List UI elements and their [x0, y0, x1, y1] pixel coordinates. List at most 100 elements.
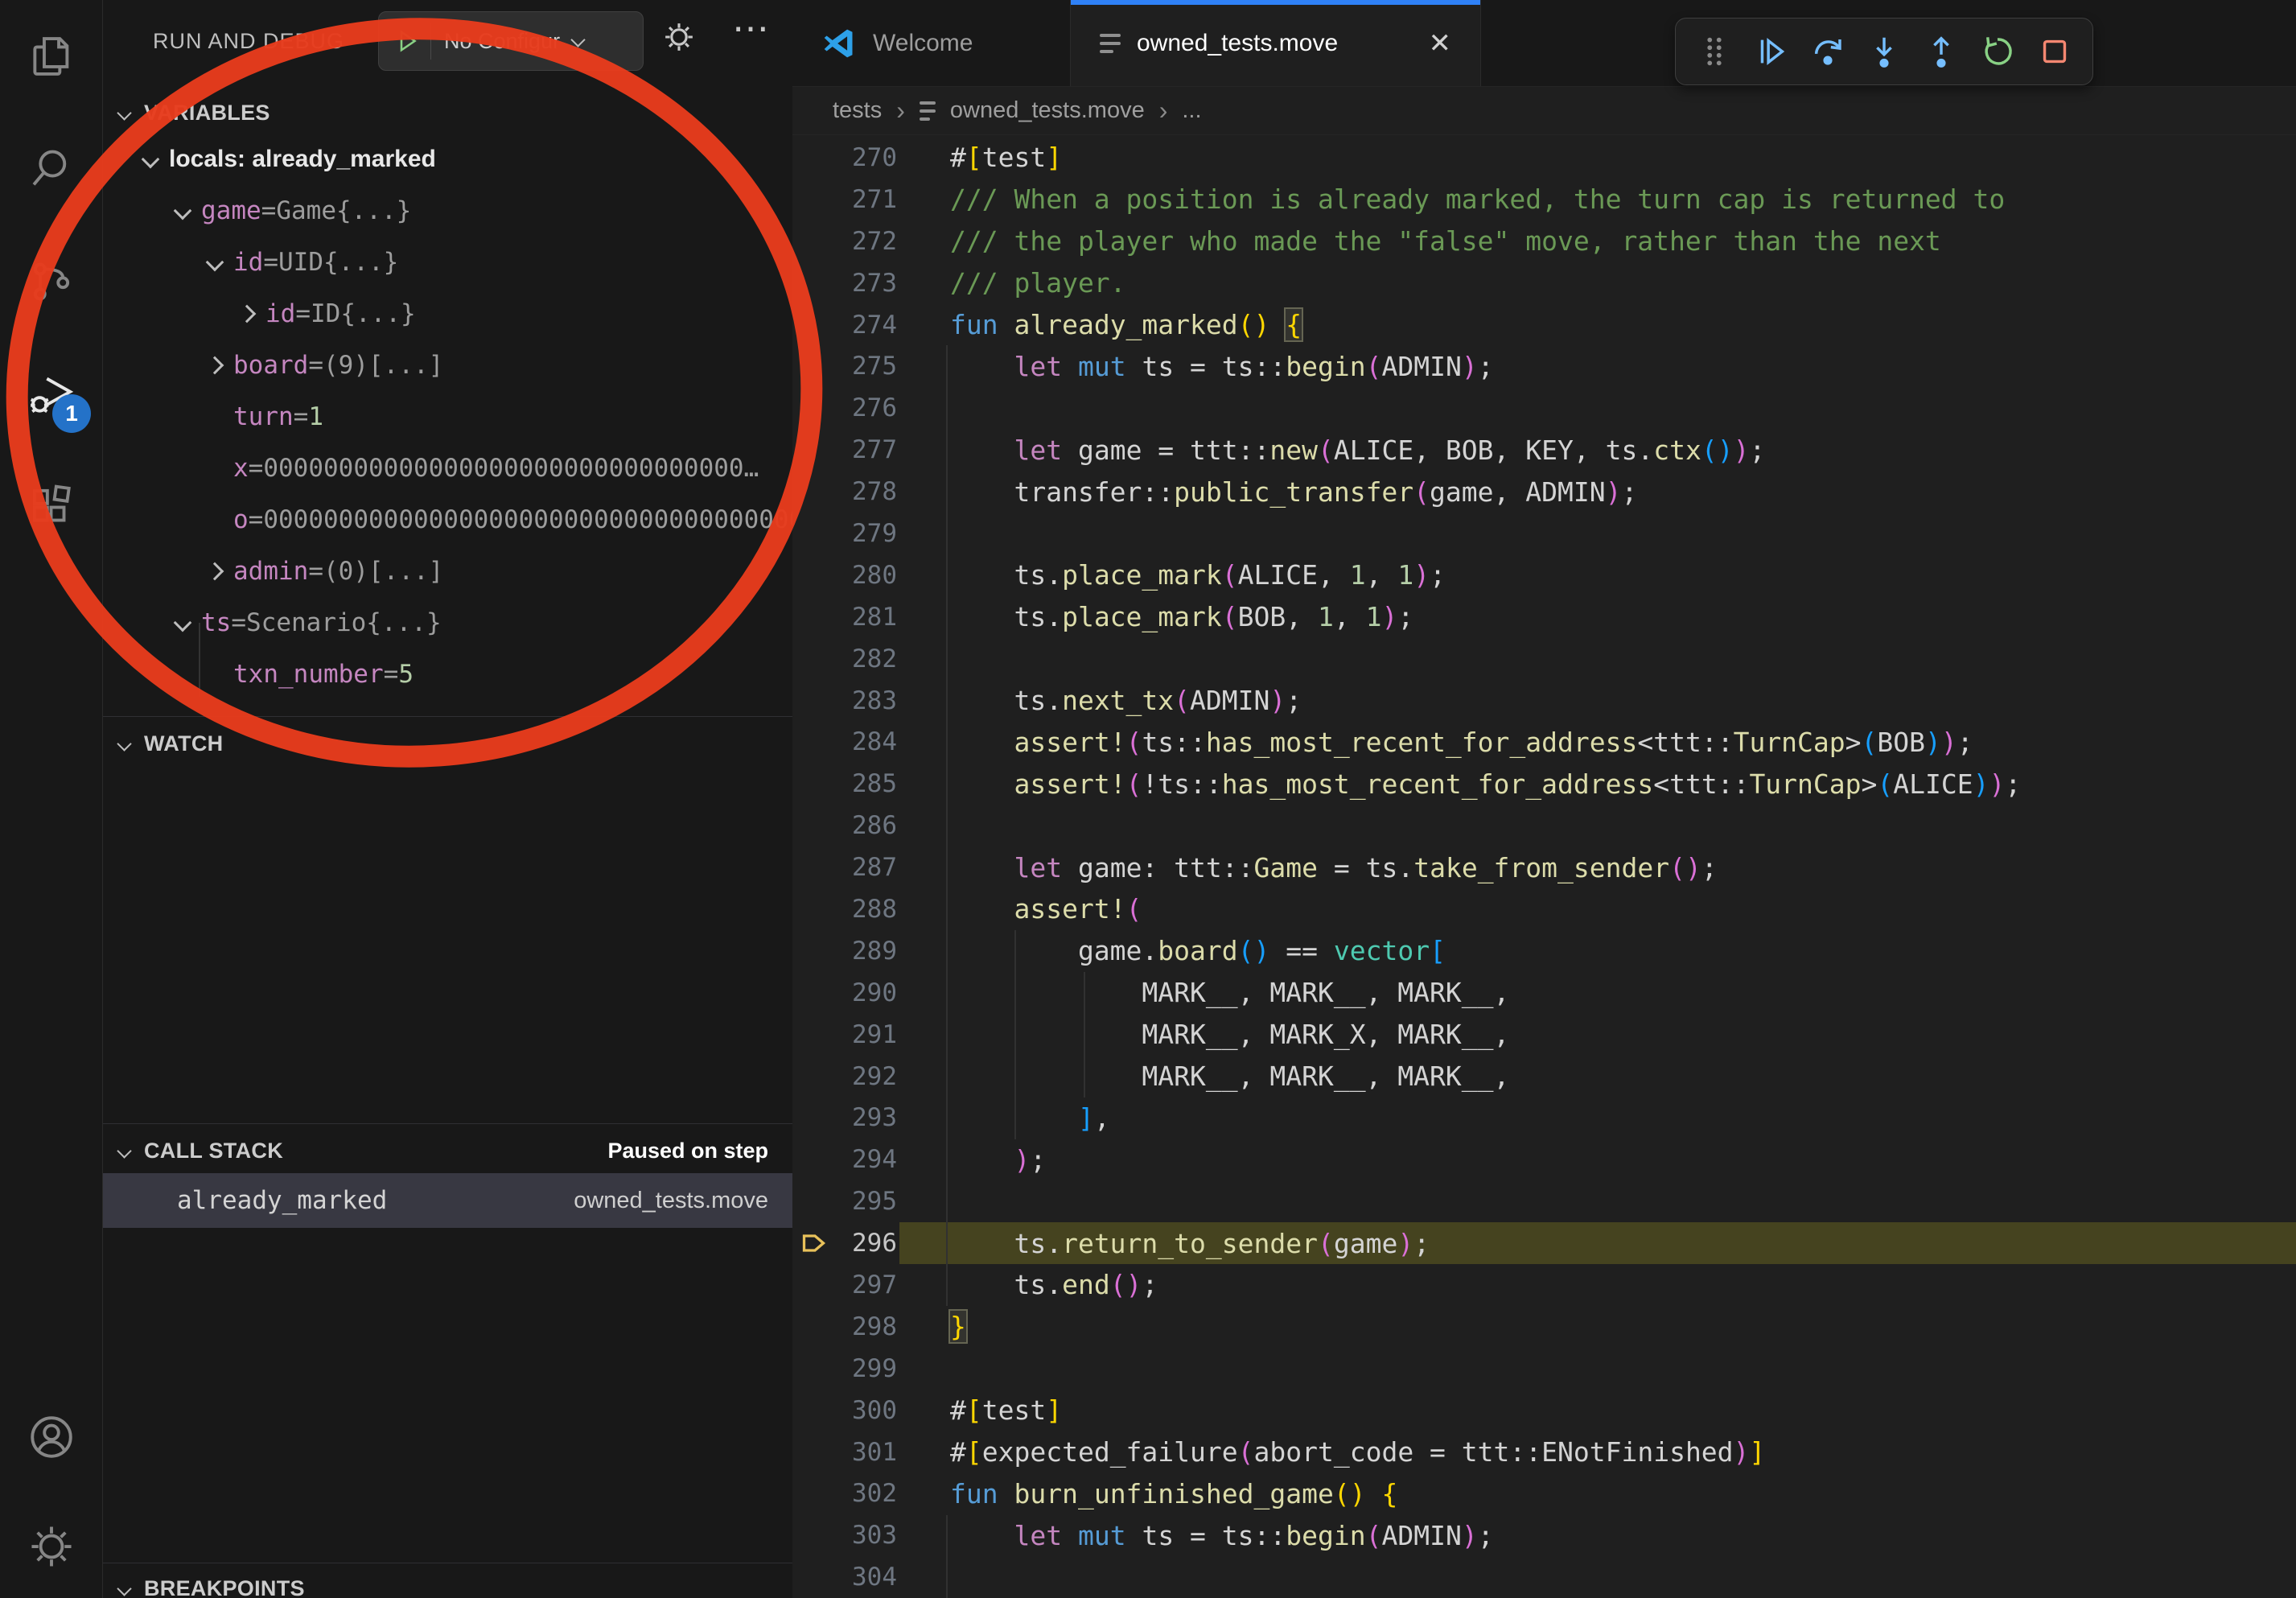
code-line[interactable]: 271/// When a position is already marked…	[792, 179, 2296, 220]
line-number[interactable]: 276	[792, 393, 950, 422]
code-line[interactable]: 274fun already_marked() {	[792, 304, 2296, 346]
line-number[interactable]: 287	[792, 853, 950, 882]
code-line[interactable]: 270#[test]	[792, 137, 2296, 179]
configure-gear-icon[interactable]	[661, 19, 697, 59]
call-stack-section-header[interactable]: CALL STACK Paused on step	[103, 1128, 792, 1173]
scope-row[interactable]: locals: already_marked	[103, 134, 792, 185]
stop-icon[interactable]	[2036, 33, 2073, 70]
code-line[interactable]: 283 ts.next_tx(ADMIN);	[792, 680, 2296, 722]
line-number[interactable]: 288	[792, 895, 950, 924]
code-line[interactable]: 275 let mut ts = ts::begin(ADMIN);	[792, 345, 2296, 387]
explorer-icon[interactable]	[0, 0, 102, 113]
variable-row[interactable]: admin = (0)[...]	[103, 546, 792, 597]
code-line[interactable]: 297 ts.end();	[792, 1264, 2296, 1306]
variable-row[interactable]: ts = Scenario{...}	[103, 597, 792, 649]
line-number[interactable]: 270	[792, 143, 950, 172]
step-over-icon[interactable]	[1809, 33, 1846, 70]
line-number[interactable]: 291	[792, 1020, 950, 1049]
account-icon[interactable]	[0, 1381, 102, 1493]
chevron-down-icon[interactable]	[174, 614, 192, 632]
code-line[interactable]: 294 );	[792, 1139, 2296, 1180]
line-number[interactable]: 294	[792, 1145, 950, 1174]
code-line[interactable]: 272/// the player who made the "false" m…	[792, 220, 2296, 262]
line-number[interactable]: 282	[792, 645, 950, 673]
line-number[interactable]: 271	[792, 185, 950, 214]
code-line[interactable]: 282	[792, 638, 2296, 680]
variable-row[interactable]: o = 000000000000000000000000000000000000	[103, 494, 792, 546]
breadcrumb-symbol[interactable]: ...	[1182, 97, 1201, 124]
line-number[interactable]: 290	[792, 978, 950, 1007]
variable-row[interactable]: x = 00000000000000000000000000000000…	[103, 443, 792, 494]
code-line[interactable]: 293 ],	[792, 1097, 2296, 1139]
line-number[interactable]: 273	[792, 269, 950, 298]
variable-row[interactable]: turn = 1	[103, 391, 792, 443]
tab-welcome[interactable]: Welcome	[792, 0, 1071, 86]
code-line[interactable]: 285 assert!(!ts::has_most_recent_for_add…	[792, 763, 2296, 805]
code-line[interactable]: 278 transfer::public_transfer(game, ADMI…	[792, 471, 2296, 513]
code-line[interactable]: 289 game.board() == vector[	[792, 930, 2296, 972]
code-line[interactable]: 281 ts.place_mark(BOB, 1, 1);	[792, 596, 2296, 638]
line-number[interactable]: 293	[792, 1103, 950, 1132]
line-number[interactable]: 298	[792, 1312, 950, 1341]
code-line[interactable]: 276	[792, 387, 2296, 429]
line-number[interactable]: 286	[792, 811, 950, 840]
code-line[interactable]: 280 ts.place_mark(ALICE, 1, 1);	[792, 554, 2296, 596]
line-number[interactable]: 283	[792, 686, 950, 715]
code-line[interactable]: 277 let game = ttt::new(ALICE, BOB, KEY,…	[792, 429, 2296, 471]
variable-row[interactable]: id = ID{...}	[103, 288, 792, 340]
variable-row[interactable]: id = UID{...}	[103, 237, 792, 288]
line-number[interactable]: 278	[792, 477, 950, 506]
code-line[interactable]: 291 MARK__, MARK_X, MARK__,	[792, 1014, 2296, 1056]
breadcrumb-folder[interactable]: tests	[833, 97, 882, 124]
line-number[interactable]: 281	[792, 603, 950, 632]
line-number[interactable]: 284	[792, 727, 950, 756]
line-number[interactable]: 274	[792, 311, 950, 340]
step-out-icon[interactable]	[1923, 33, 1960, 70]
chevron-down-icon[interactable]	[142, 150, 160, 169]
code-line[interactable]: 286	[792, 805, 2296, 846]
variable-row[interactable]: game = Game{...}	[103, 185, 792, 237]
restart-icon[interactable]	[1979, 33, 2016, 70]
code-line[interactable]: 279	[792, 513, 2296, 554]
code-line[interactable]: 298}	[792, 1306, 2296, 1348]
chevron-right-icon[interactable]	[238, 305, 257, 323]
chevron-right-icon[interactable]	[206, 356, 224, 375]
chevron-down-icon[interactable]	[174, 202, 192, 220]
line-number[interactable]: 272	[792, 227, 950, 256]
line-number[interactable]: 304	[792, 1563, 950, 1592]
watch-section-header[interactable]: WATCH	[103, 721, 792, 766]
code-line[interactable]: 295	[792, 1180, 2296, 1222]
line-number[interactable]: 279	[792, 519, 950, 548]
gripper-icon[interactable]	[1696, 33, 1733, 70]
chevron-right-icon[interactable]	[206, 562, 224, 581]
code-line[interactable]: 290 MARK__, MARK__, MARK__,	[792, 972, 2296, 1014]
code-line[interactable]: 296 ts.return_to_sender(game);	[792, 1222, 2296, 1264]
debug-config-dropdown[interactable]: No Configur	[378, 11, 644, 71]
code-line[interactable]: 292 MARK__, MARK__, MARK__,	[792, 1056, 2296, 1098]
line-number[interactable]: 300	[792, 1396, 950, 1425]
code-line[interactable]: 284 assert!(ts::has_most_recent_for_addr…	[792, 721, 2296, 763]
code-line[interactable]: 299	[792, 1348, 2296, 1390]
code-line[interactable]: 287 let game: ttt::Game = ts.take_from_s…	[792, 846, 2296, 888]
call-stack-frame[interactable]: already_marked owned_tests.move	[103, 1173, 792, 1228]
tab-owned-tests[interactable]: owned_tests.move ✕	[1071, 0, 1481, 86]
line-number[interactable]: 301	[792, 1438, 950, 1467]
code-line[interactable]: 303 let mut ts = ts::begin(ADMIN);	[792, 1514, 2296, 1556]
chevron-down-icon[interactable]	[206, 253, 224, 272]
extensions-icon[interactable]	[0, 451, 102, 563]
line-number[interactable]: 302	[792, 1479, 950, 1508]
source-control-icon[interactable]	[0, 225, 102, 338]
code-line[interactable]: 273/// player.	[792, 262, 2296, 304]
line-number[interactable]: 303	[792, 1521, 950, 1550]
line-number[interactable]: 289	[792, 937, 950, 966]
code-line[interactable]: 288 assert!(	[792, 888, 2296, 930]
line-number[interactable]: 285	[792, 769, 950, 798]
line-number[interactable]: 295	[792, 1187, 950, 1216]
step-into-icon[interactable]	[1866, 33, 1903, 70]
search-icon[interactable]	[0, 113, 102, 225]
run-and-debug-icon[interactable]: 1	[0, 338, 102, 451]
close-icon[interactable]: ✕	[1429, 27, 1452, 60]
code-line[interactable]: 304	[792, 1556, 2296, 1598]
more-actions-icon[interactable]: ⋯	[732, 6, 772, 50]
line-number[interactable]: 292	[792, 1062, 950, 1091]
